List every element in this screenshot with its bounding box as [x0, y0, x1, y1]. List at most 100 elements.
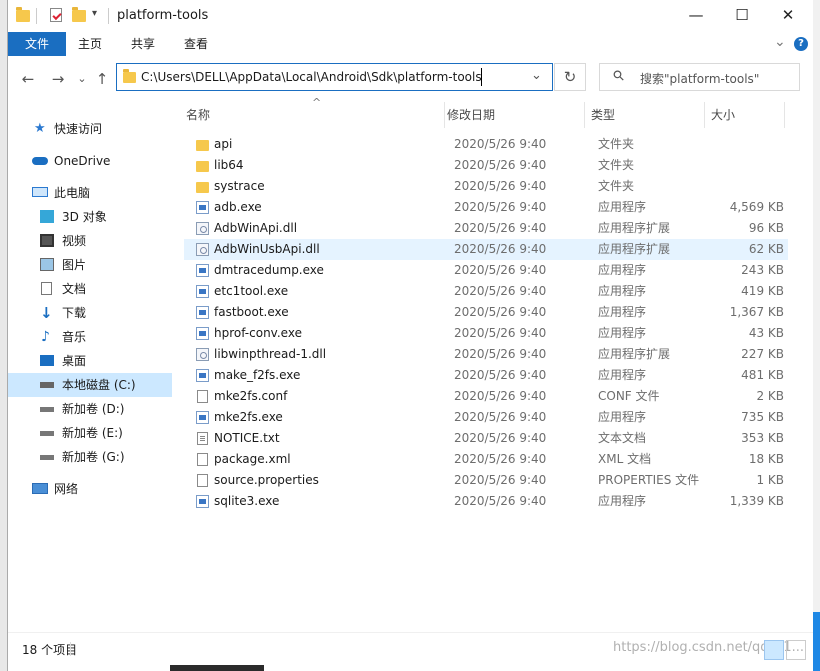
sidebar-item-downloads[interactable]: ↓ 下载: [8, 301, 172, 325]
title-bar: ▾ platform-tools — ☐ ✕: [8, 0, 814, 32]
file-row[interactable]: lib64 2020/5/26 9:40 文件夹: [184, 155, 788, 176]
file-row[interactable]: fastboot.exe 2020/5/26 9:40 应用程序 1,367 KB: [184, 302, 788, 323]
properties-icon[interactable]: [50, 8, 62, 22]
file-name[interactable]: make_f2fs.exe: [214, 365, 300, 386]
file-type: 文本文档: [598, 431, 647, 445]
file-name[interactable]: systrace: [214, 176, 265, 197]
tab-home[interactable]: 主页: [78, 32, 102, 56]
column-header-type[interactable]: 类型: [591, 102, 615, 128]
address-dropdown-button[interactable]: ⌄: [531, 68, 542, 83]
file-size: 1 KB: [756, 473, 784, 487]
file-name[interactable]: mke2fs.conf: [214, 386, 287, 407]
file-name[interactable]: AdbWinApi.dll: [214, 218, 297, 239]
details-view-button[interactable]: [764, 640, 784, 660]
file-name[interactable]: hprof-conv.exe: [214, 323, 302, 344]
search-box[interactable]: ⚲ 搜索"platform-tools": [599, 63, 800, 91]
file-size: 353 KB: [741, 431, 784, 445]
recent-locations-button[interactable]: ⌄: [72, 69, 92, 89]
file-row[interactable]: dmtracedump.exe 2020/5/26 9:40 应用程序 243 KB: [184, 260, 788, 281]
column-divider[interactable]: [784, 102, 785, 128]
explorer-window: ▾ platform-tools — ☐ ✕ 文件 主页 共享 查看 ⌄ ? ←…: [7, 0, 815, 671]
file-row[interactable]: hprof-conv.exe 2020/5/26 9:40 应用程序 43 KB: [184, 323, 788, 344]
column-header-name[interactable]: 名称: [186, 102, 210, 128]
refresh-button[interactable]: ↻: [554, 63, 586, 91]
sidebar-item-onedrive[interactable]: OneDrive: [8, 149, 172, 173]
maximize-button[interactable]: ☐: [719, 0, 765, 32]
close-button[interactable]: ✕: [765, 0, 811, 32]
folder-icon: [196, 161, 209, 172]
sidebar-item-drive-g[interactable]: 新加卷 (G:): [8, 445, 172, 469]
help-icon[interactable]: ?: [794, 37, 808, 51]
file-date: 2020/5/26 9:40: [454, 347, 547, 361]
file-name[interactable]: dmtracedump.exe: [214, 260, 324, 281]
file-row[interactable]: NOTICE.txt 2020/5/26 9:40 文本文档 353 KB: [184, 428, 788, 449]
file-name[interactable]: package.xml: [214, 449, 291, 470]
sidebar-item-this-pc[interactable]: 此电脑: [8, 181, 172, 205]
minimize-button[interactable]: —: [673, 0, 719, 32]
search-input[interactable]: 搜索"platform-tools": [640, 70, 759, 87]
sidebar-item-drive-d[interactable]: 新加卷 (D:): [8, 397, 172, 421]
tab-file[interactable]: 文件: [8, 32, 66, 56]
star-icon: ★: [34, 121, 46, 136]
forward-button[interactable]: →: [48, 69, 68, 89]
folder-icon: [16, 7, 30, 22]
sidebar-item-drive-e[interactable]: 新加卷 (E:): [8, 421, 172, 445]
large-icons-view-button[interactable]: [786, 640, 806, 660]
file-name[interactable]: NOTICE.txt: [214, 428, 280, 449]
file-name[interactable]: fastboot.exe: [214, 302, 289, 323]
back-button[interactable]: ←: [18, 69, 38, 89]
file-row[interactable]: AdbWinApi.dll 2020/5/26 9:40 应用程序扩展 96 KB: [184, 218, 788, 239]
file-name[interactable]: sqlite3.exe: [214, 491, 279, 512]
expand-ribbon-icon[interactable]: ⌄: [774, 34, 786, 50]
sidebar-item-videos[interactable]: 视频: [8, 229, 172, 253]
sidebar-item-drive-c[interactable]: 本地磁盘 (C:): [8, 373, 172, 397]
file-date: 2020/5/26 9:40: [454, 242, 547, 256]
column-divider[interactable]: [584, 102, 585, 128]
file-row[interactable]: api 2020/5/26 9:40 文件夹: [184, 134, 788, 155]
file-row[interactable]: sqlite3.exe 2020/5/26 9:40 应用程序 1,339 KB: [184, 491, 788, 512]
file-icon: [197, 453, 208, 466]
sidebar-item-music[interactable]: ♪ 音乐: [8, 325, 172, 349]
file-name[interactable]: libwinpthread-1.dll: [214, 344, 326, 365]
customize-quick-access-icon[interactable]: ▾: [92, 8, 97, 19]
file-row[interactable]: adb.exe 2020/5/26 9:40 应用程序 4,569 KB: [184, 197, 788, 218]
file-row[interactable]: mke2fs.exe 2020/5/26 9:40 应用程序 735 KB: [184, 407, 788, 428]
sidebar-item-label: 新加卷 (E:): [62, 426, 123, 440]
sidebar-item-3d-objects[interactable]: 3D 对象: [8, 205, 172, 229]
file-name[interactable]: adb.exe: [214, 197, 262, 218]
file-row[interactable]: source.properties 2020/5/26 9:40 PROPERTIE…: [184, 470, 788, 491]
column-divider[interactable]: [704, 102, 705, 128]
file-row[interactable]: libwinpthread-1.dll 2020/5/26 9:40 应用程序扩展 2…: [184, 344, 788, 365]
column-header-date[interactable]: 修改日期: [447, 102, 495, 128]
sidebar-item-documents[interactable]: 文档: [8, 277, 172, 301]
up-button[interactable]: ↑: [92, 69, 112, 89]
address-path[interactable]: C:\Users\DELL\AppData\Local\Android\Sdk\…: [141, 70, 482, 84]
new-folder-icon[interactable]: [72, 7, 86, 22]
file-row[interactable]: make_f2fs.exe 2020/5/26 9:40 应用程序 481 KB: [184, 365, 788, 386]
drive-icon: [40, 407, 54, 412]
file-type: 应用程序: [598, 494, 647, 508]
file-row[interactable]: mke2fs.conf 2020/5/26 9:40 CONF 文件 2 KB: [184, 386, 788, 407]
address-bar[interactable]: C:\Users\DELL\AppData\Local\Android\Sdk\…: [116, 63, 553, 91]
sidebar-item-desktop[interactable]: 桌面: [8, 349, 172, 373]
file-row[interactable]: AdbWinUsbApi.dll 2020/5/26 9:40 应用程序扩展 62 K…: [184, 239, 788, 260]
file-row[interactable]: systrace 2020/5/26 9:40 文件夹: [184, 176, 788, 197]
file-date: 2020/5/26 9:40: [454, 410, 547, 424]
file-row[interactable]: package.xml 2020/5/26 9:40 XML 文档 18 KB: [184, 449, 788, 470]
file-date: 2020/5/26 9:40: [454, 305, 547, 319]
file-name[interactable]: lib64: [214, 155, 244, 176]
sidebar-item-network[interactable]: 网络: [8, 477, 172, 501]
file-row[interactable]: etc1tool.exe 2020/5/26 9:40 应用程序 419 KB: [184, 281, 788, 302]
tab-view[interactable]: 查看: [184, 32, 208, 56]
sidebar-item-quick-access[interactable]: ★ 快速访问: [8, 117, 172, 141]
column-header-size[interactable]: 大小: [711, 102, 735, 128]
file-name[interactable]: source.properties: [214, 470, 319, 491]
tab-share[interactable]: 共享: [131, 32, 155, 56]
file-name[interactable]: mke2fs.exe: [214, 407, 283, 428]
file-name[interactable]: AdbWinUsbApi.dll: [214, 239, 320, 260]
file-name[interactable]: api: [214, 134, 232, 155]
file-icon: [197, 474, 208, 487]
column-divider[interactable]: [444, 102, 445, 128]
file-name[interactable]: etc1tool.exe: [214, 281, 288, 302]
sidebar-item-pictures[interactable]: 图片: [8, 253, 172, 277]
